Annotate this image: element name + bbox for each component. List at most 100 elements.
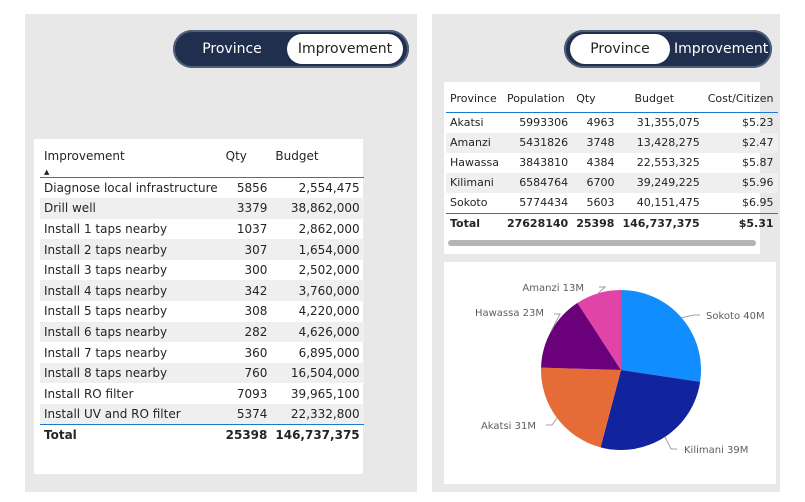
leader-line [681, 314, 700, 319]
province-population: 5993306 [519, 116, 569, 129]
sort-arrow-icon: ▲ [44, 168, 50, 176]
improvement-name: Install 8 taps nearby [40, 362, 222, 384]
table-row[interactable]: Install UV and RO filter 5374 22,332,800 [40, 404, 364, 425]
improvement-budget: 38,862,000 [271, 198, 364, 219]
left-toggle-province[interactable]: Province [187, 34, 277, 64]
table-row[interactable]: Akatsi 5993306 4963 31,355,075 $5.23 [446, 112, 778, 133]
table-row[interactable]: Kilimani 6584764 6700 39,249,225 $5.96 [446, 172, 778, 193]
improvement-budget: 3,760,000 [271, 280, 364, 302]
table-row[interactable]: Install 6 taps nearby 282 4,626,000 [40, 321, 364, 343]
improvement-qty: 1037 [236, 221, 268, 236]
table-row[interactable]: Install 4 taps nearby 342 3,760,000 [40, 280, 364, 302]
improvement-name: Install 1 taps nearby [44, 221, 168, 236]
improvement-budget: 39,965,100 [290, 386, 360, 401]
improvement-budget: 1,654,000 [271, 239, 364, 260]
table-row[interactable]: Install 7 taps nearby 360 6,895,000 [40, 342, 364, 363]
pie-label-sokoto: Sokoto 40M [706, 311, 765, 322]
col-header-prov-qty[interactable]: Qty [572, 86, 618, 112]
improvement-qty: 5856 [236, 181, 268, 196]
table-row[interactable]: Diagnose local infrastructure 5856 2,554,4… [40, 178, 364, 199]
improvement-budget: 2,862,000 [298, 221, 360, 236]
total-budget: 146,737,375 [618, 212, 704, 234]
province-qty: 4384 [586, 156, 615, 169]
province-panel: Province Improvement Province Population… [432, 14, 780, 492]
improvement-name: Install RO filter [44, 386, 134, 401]
table-row[interactable]: Hawassa 3843810 4384 22,553,325 $5.87 [446, 153, 778, 173]
province-budget: 22,553,325 [636, 156, 700, 169]
total-cost: $5.31 [703, 212, 778, 234]
province-table: Province Population Qty Budget Cost/Citi… [446, 86, 778, 234]
province-name: Sokoto [450, 196, 488, 209]
col-header-qty[interactable]: Qty [222, 147, 272, 178]
col-header-prov-budget[interactable]: Budget [618, 86, 703, 112]
pie-chart-card: Sokoto 40M Kilimani 39M Akatsi 31M Hawassa … [444, 262, 776, 484]
right-toggle-improvement[interactable]: Improvement [674, 34, 768, 64]
total-qty: 25398 [221, 424, 272, 446]
table-row[interactable]: Install 2 taps nearby 307 1,654,000 [40, 239, 364, 260]
province-population: 6584764 [502, 172, 573, 193]
right-toggle-province[interactable]: Province [570, 34, 670, 64]
province-table-card: Province Population Qty Budget Cost/Citi… [444, 82, 778, 254]
table-row[interactable]: Install 5 taps nearby 308 4,220,000 [40, 301, 364, 322]
pie-label-akatsi: Akatsi 31M [481, 421, 536, 432]
improvement-name: Install 5 taps nearby [44, 304, 168, 319]
improvement-qty: 300 [244, 263, 268, 278]
pie-chart: Sokoto 40M Kilimani 39M Akatsi 31M Hawassa … [475, 283, 765, 456]
province-qty: 6700 [572, 172, 619, 193]
table-row[interactable]: Install RO filter 7093 39,965,100 [40, 383, 364, 404]
province-name: Akatsi [450, 116, 484, 129]
province-name: Amanzi [446, 132, 503, 153]
col-header-budget[interactable]: Budget [271, 147, 363, 178]
province-cost: $2.47 [703, 132, 778, 153]
col-header-population[interactable]: Population [503, 86, 572, 112]
province-budget: 40,151,475 [636, 196, 700, 209]
improvement-name: Drill well [40, 198, 222, 219]
province-budget: 13,428,275 [618, 132, 704, 153]
improvement-budget: 22,332,800 [271, 404, 364, 425]
province-name: Kilimani [446, 172, 503, 193]
province-cost: $5.87 [742, 156, 774, 169]
province-population: 5431826 [502, 132, 573, 153]
table-row[interactable]: Install 3 taps nearby 300 2,502,000 [40, 260, 364, 281]
pie-label-hawassa: Hawassa 23M [475, 308, 544, 319]
table-row[interactable]: Install 1 taps nearby 1037 2,862,000 [40, 219, 364, 240]
table-row[interactable]: Drill well 3379 38,862,000 [40, 198, 364, 219]
leader-line [664, 436, 677, 450]
improvement-name: Install 3 taps nearby [44, 263, 168, 278]
total-label: Total [40, 424, 222, 446]
total-row: Total 25398 146,737,375 [40, 424, 364, 446]
table-row[interactable]: Sokoto 5774434 5603 40,151,475 $6.95 [446, 193, 778, 214]
improvement-budget: 2,554,475 [298, 181, 360, 196]
improvement-budget: 4,220,000 [298, 304, 360, 319]
improvement-name: Install 7 taps nearby [44, 345, 168, 360]
improvement-panel: Province Improvement Improvement ▲ Qty B… [25, 14, 417, 492]
col-header-cost[interactable]: Cost/Citizen [704, 86, 778, 112]
total-budget: 146,737,375 [271, 424, 364, 446]
province-budget: 39,249,225 [618, 172, 704, 193]
improvement-qty: 5374 [221, 404, 272, 425]
improvement-name: Install 6 taps nearby [40, 321, 222, 343]
left-toggle: Province Improvement [173, 30, 409, 68]
table-row[interactable]: Install 8 taps nearby 760 16,504,000 [40, 362, 364, 384]
province-population: 3843810 [519, 156, 569, 169]
table-row[interactable]: Amanzi 5431826 3748 13,428,275 $2.47 [446, 132, 778, 153]
improvement-qty: 282 [221, 321, 272, 343]
pie-label-kilimani: Kilimani 39M [684, 445, 748, 456]
improvement-budget: 2,502,000 [298, 263, 360, 278]
col-header-improvement[interactable]: Improvement ▲ [40, 147, 222, 178]
pie-slice-sokoto[interactable] [621, 290, 701, 382]
province-qty: 4963 [586, 116, 615, 129]
total-qty: 25398 [572, 212, 619, 234]
improvement-qty: 7093 [236, 386, 268, 401]
improvement-table: Improvement ▲ Qty Budget Diagnose local … [40, 147, 364, 446]
left-toggle-improvement[interactable]: Improvement [287, 34, 403, 64]
province-cost: $6.95 [742, 196, 774, 209]
pie-label-amanzi: Amanzi 13M [522, 283, 584, 294]
improvement-budget: 16,504,000 [271, 362, 364, 384]
improvement-qty: 342 [221, 280, 272, 302]
province-cost: $5.23 [742, 116, 774, 129]
total-label: Total [446, 212, 503, 234]
improvement-qty: 307 [221, 239, 272, 260]
horizontal-scrollbar[interactable] [448, 240, 756, 246]
col-header-province[interactable]: Province [446, 86, 503, 112]
